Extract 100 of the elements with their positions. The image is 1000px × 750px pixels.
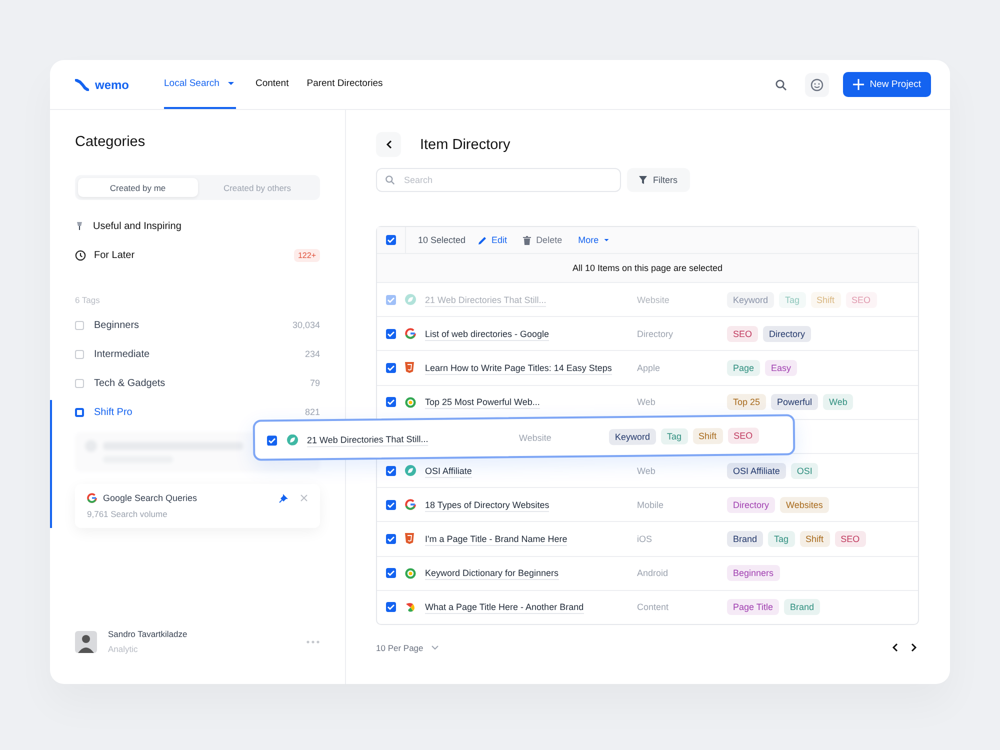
tag-item[interactable]: Intermediate (94, 348, 150, 360)
google-icon (405, 499, 416, 510)
delete-link[interactable]: Delete (523, 235, 562, 245)
item-title-link[interactable]: Learn How to Write Page Titles: 14 Easy Steps (425, 362, 612, 375)
table-row[interactable]: What a Page Title Here - Another Brand Content Page Title Brand (377, 590, 918, 624)
more-dropdown[interactable]: More (578, 235, 609, 245)
ring-icon (405, 396, 416, 408)
type-cell-text: iOS (637, 534, 654, 544)
pin-icon[interactable] (279, 494, 288, 502)
nav-tab[interactable]: Local Search (164, 60, 236, 109)
query-title: Google Search Queries (103, 493, 198, 503)
checkbox[interactable] (386, 568, 396, 578)
leaf-icon (405, 465, 416, 476)
type-cell-text: Content (637, 602, 670, 612)
leaf-icon (286, 434, 298, 446)
table-row[interactable]: List of web directories - Google Directory SEO Directory (377, 317, 918, 352)
checkbox[interactable] (75, 408, 84, 416)
search-icon[interactable] (774, 78, 787, 90)
filters-button[interactable]: Filters (627, 168, 690, 192)
avatar (75, 630, 97, 652)
type-cell-text: Apple (637, 362, 662, 373)
tag-chip: Shift (692, 427, 723, 444)
nav-tab[interactable]: Content (255, 60, 289, 109)
shield-icon (405, 362, 414, 374)
tag-chip: Keyword (727, 292, 774, 308)
per-page-dropdown[interactable]: 10 Per Page (376, 642, 440, 653)
nav-tab[interactable]: Parent Directories (306, 60, 383, 109)
tag-chip: Web (823, 394, 854, 410)
brand-name: wemo (95, 78, 130, 92)
dragged-row[interactable]: 21 Web Directories That Still... Website Keyword Tag Shift SEO (252, 414, 796, 461)
tag-item[interactable]: Tech & Gadgets (94, 378, 166, 388)
smiley-icon (810, 78, 824, 92)
checkbox[interactable] (386, 235, 396, 245)
query-card[interactable]: Google Search Queries 9,761 Search volume (75, 484, 320, 528)
tag-chip: Page (727, 360, 760, 376)
selection-banner: All 10 Items on this page are selected (377, 254, 918, 283)
item-title-link[interactable]: 18 Types of Directory Websites (425, 500, 550, 512)
checkbox[interactable] (266, 435, 278, 446)
tag-chip: Tag (660, 428, 688, 444)
chevron-down-icon (431, 645, 440, 650)
type-cell-text: Web (637, 466, 656, 476)
table-row[interactable]: Keyword Dictionary for Beginners Android Beginners (377, 556, 918, 591)
edit-link[interactable]: Edit (478, 235, 508, 245)
checkbox[interactable] (386, 362, 396, 373)
collection-item[interactable]: Useful and Inspiring (93, 220, 182, 232)
smiley-button[interactable] (804, 72, 829, 96)
tag-chip: Easy (765, 360, 798, 376)
checkbox[interactable] (386, 328, 396, 339)
search-icon (385, 175, 395, 185)
checkbox[interactable] (386, 500, 396, 510)
tag-chip: SEO (846, 292, 877, 308)
google-icon (87, 493, 97, 503)
tag-chip: Shift (800, 530, 830, 547)
search-field[interactable]: Search (376, 168, 621, 192)
item-title-link[interactable]: 21 Web Directories That Still... (306, 434, 428, 447)
clock-icon (75, 250, 86, 260)
tags-heading: 6 Tags (75, 295, 101, 305)
trash-icon (523, 236, 532, 244)
tag-chip: Brand (727, 530, 764, 547)
table-row[interactable]: Learn How to Write Page Titles: 14 Easy Steps Apple Page Easy (377, 351, 918, 386)
item-title-link[interactable]: Top 25 Most Powerful Web... (425, 397, 540, 410)
tag-chip: Shift (810, 292, 841, 308)
type-cell-text: Android (637, 568, 670, 578)
table-row[interactable]: 18 Types of Directory Websites Mobile Directory Websites (377, 488, 918, 522)
item-title-link[interactable]: List of web directories - Google (425, 328, 550, 341)
type-cell-text: Web (637, 397, 656, 408)
tag-chip: Websites (780, 496, 829, 513)
checkbox[interactable] (386, 602, 396, 612)
item-title-link[interactable]: What a Page Title Here - Another Brand (425, 602, 584, 614)
collection-item[interactable]: For Later (94, 250, 135, 260)
checkbox[interactable] (386, 466, 396, 476)
leaf-icon (405, 294, 416, 306)
item-title-link[interactable]: OSI Affiliate (425, 466, 472, 478)
sidebar-title: Categories (75, 134, 146, 150)
tag-chip: Tag (779, 292, 806, 308)
plus-icon (852, 79, 864, 90)
type-cell-text: Website (518, 432, 552, 443)
caret-icon (604, 238, 609, 242)
tag-count: 79 (310, 378, 320, 388)
pencil-icon (478, 236, 487, 244)
tag-item[interactable]: Shift Pro (94, 406, 132, 418)
pinwheel-icon (405, 602, 416, 613)
checkbox[interactable] (386, 534, 396, 544)
tag-chip: Keyword (608, 428, 656, 445)
table-row[interactable]: I'm a Page Title - Brand Name Here iOS Brand Tag Shift SEO (377, 522, 918, 556)
new-project-button[interactable]: New Project (842, 72, 931, 97)
checkbox[interactable] (386, 397, 396, 408)
next-page-icon[interactable] (911, 643, 917, 652)
tag-chip: SEO (727, 427, 759, 444)
back-button[interactable] (376, 132, 401, 157)
pushpin-icon (75, 221, 85, 231)
segment-tab[interactable]: Created by me (78, 178, 198, 197)
item-title-link[interactable]: I'm a Page Title - Brand Name Here (425, 534, 568, 546)
google-icon (405, 328, 416, 340)
tag-item[interactable]: Beginners (94, 320, 140, 330)
item-title-link[interactable]: Keyword Dictionary for Beginners (425, 568, 559, 580)
tag-count: 30,034 (292, 320, 320, 330)
tag-chip: SEO (834, 530, 866, 547)
tag-chip: SEO (727, 326, 758, 342)
previous-page-icon[interactable] (892, 643, 898, 652)
